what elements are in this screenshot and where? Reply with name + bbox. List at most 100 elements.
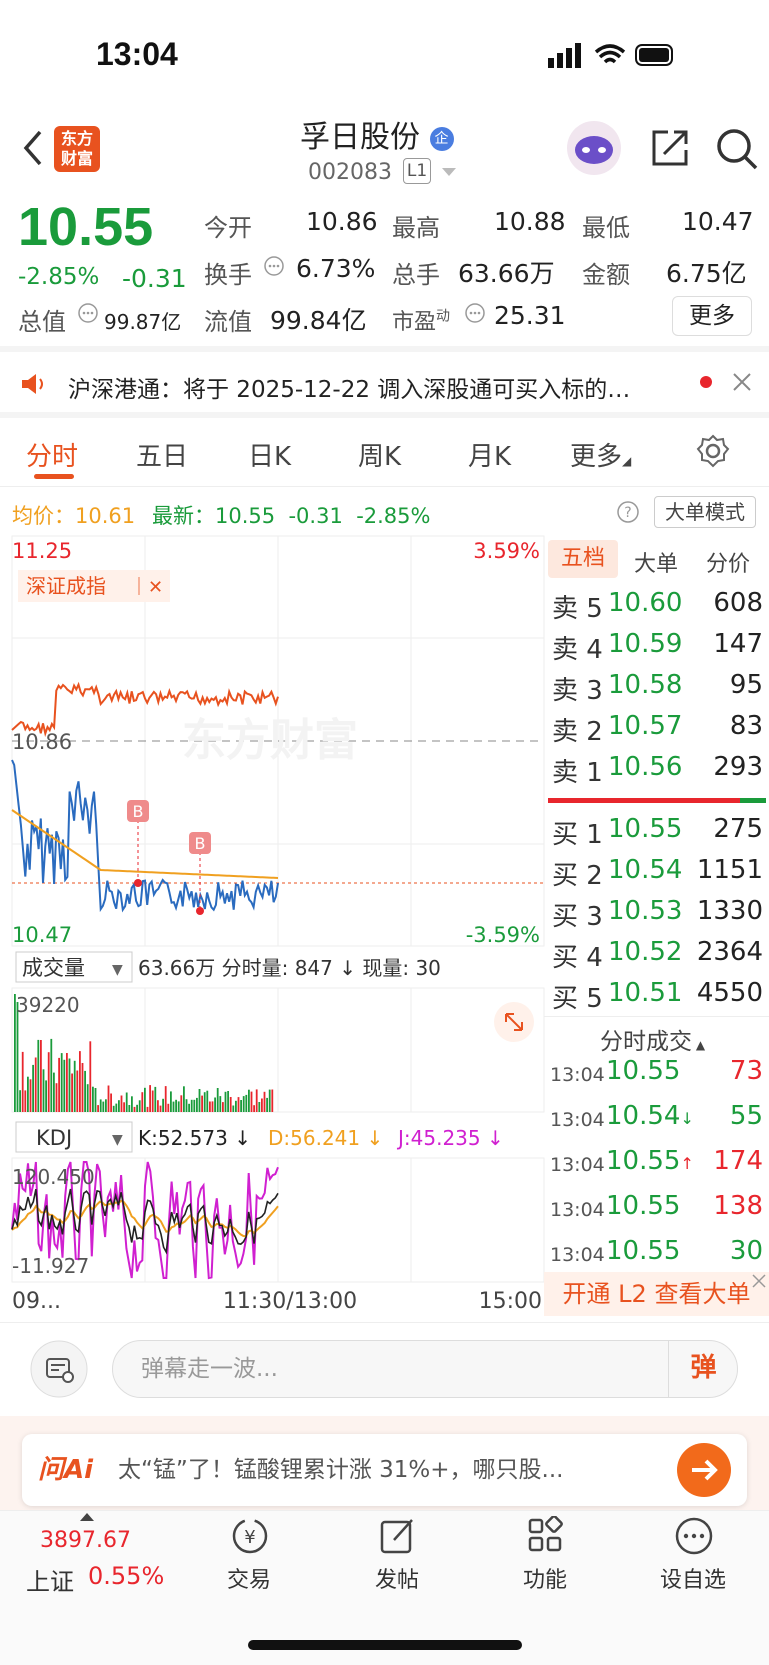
- info-icon[interactable]: [465, 303, 485, 323]
- volume-bar: [190, 1099, 193, 1112]
- kdj-bottom-label: -11.927: [12, 1254, 89, 1278]
- volume-selector-label: 成交量: [22, 956, 85, 980]
- volume-bar: [266, 1097, 268, 1112]
- tab-post[interactable]: 发帖: [342, 1562, 452, 1594]
- high-value: 10.88: [494, 207, 566, 236]
- volume-bar: [206, 1090, 209, 1112]
- stock-name: 孚日股份 企: [300, 112, 470, 156]
- volume-bar: [242, 1096, 245, 1112]
- collapse-icon[interactable]: [80, 1512, 94, 1522]
- mid-price-label: 10.86: [12, 730, 72, 754]
- volume-bar: [118, 1100, 120, 1112]
- back-icon[interactable]: [20, 128, 44, 168]
- volume-bar: [198, 1089, 201, 1112]
- close-icon[interactable]: [732, 372, 752, 392]
- svg-text:KDJ: KDJ: [36, 1126, 72, 1150]
- volume-bar: [79, 1051, 81, 1112]
- trade-row: 13:04 10.55↑ 174: [550, 1146, 763, 1176]
- search-icon[interactable]: [714, 126, 760, 172]
- svg-text:▼: ▼: [112, 962, 123, 978]
- volume-bar: [164, 1086, 167, 1112]
- level-badge[interactable]: L1: [403, 158, 431, 184]
- bottom-pct-label: -3.59%: [466, 923, 540, 947]
- trade-icon[interactable]: ¥: [228, 1516, 272, 1556]
- help-icon[interactable]: ?: [616, 500, 640, 524]
- float-label: 流值: [204, 308, 252, 336]
- volume-bar: [185, 1099, 188, 1112]
- more-button[interactable]: 更多: [672, 296, 752, 336]
- volume-bar: [128, 1105, 131, 1112]
- volume-info: 63.66万 分时量: 847 ↓ 现量: 30: [138, 956, 441, 980]
- tab-five-day[interactable]: 五日: [136, 436, 188, 473]
- status-time: 13:04: [96, 36, 178, 72]
- volume-bar: [188, 1103, 190, 1112]
- volume-bar: [232, 1105, 235, 1112]
- danmu-send-button[interactable]: 弹: [668, 1340, 738, 1398]
- dropdown-icon[interactable]: [442, 168, 456, 178]
- tab-more[interactable]: 更多◢: [570, 436, 631, 473]
- float-value: 99.84亿: [270, 306, 367, 335]
- volume-bar: [250, 1091, 253, 1112]
- index-name[interactable]: 上证: [26, 1562, 74, 1597]
- volume-bar: [141, 1092, 144, 1112]
- volume-bar: [71, 1073, 73, 1112]
- status-icons: [548, 43, 673, 68]
- divider: [0, 412, 769, 418]
- tab-five-levels[interactable]: 五档: [548, 540, 618, 578]
- turnover-value: 6.73%: [296, 254, 376, 283]
- volume-label: 总手: [392, 261, 440, 289]
- settings-icon[interactable]: [696, 434, 730, 468]
- volume-bar: [110, 1093, 112, 1112]
- tab-trade[interactable]: 交易: [194, 1562, 304, 1594]
- tab-add-watchlist[interactable]: 设自选: [638, 1562, 748, 1594]
- sell-row: 卖 1 10.56 293: [552, 752, 763, 788]
- volume-bar: [167, 1103, 170, 1112]
- info-icon[interactable]: [78, 303, 98, 323]
- volume-bar: [151, 1090, 154, 1112]
- pe-label: 市盈动: [392, 308, 451, 335]
- tab-intraday[interactable]: 分时: [26, 436, 78, 473]
- open-value: 10.86: [306, 207, 378, 236]
- tab-weekly-k[interactable]: 周K: [358, 436, 401, 473]
- volume-bar: [149, 1085, 151, 1112]
- assistant-avatar-icon[interactable]: [566, 120, 622, 176]
- danmu-settings-icon[interactable]: [30, 1340, 88, 1398]
- intraday-chart[interactable]: 东方财富 B B 11.25 3.59% 10.86 10.47 -3.59% …: [0, 530, 545, 1320]
- svg-text:B: B: [133, 802, 144, 821]
- big-order-mode-button[interactable]: 大单模式: [654, 496, 756, 528]
- share-icon[interactable]: [648, 126, 692, 170]
- volume-bar: [203, 1092, 206, 1112]
- index-value[interactable]: 3897.67: [40, 1528, 131, 1553]
- arrow-right-icon[interactable]: [676, 1442, 732, 1498]
- trade-row: 13:04 10.55 73: [550, 1056, 763, 1086]
- tab-monthly-k[interactable]: 月K: [468, 436, 511, 473]
- trades-title[interactable]: 分时成交 ▲: [600, 1022, 705, 1056]
- volume-bar: [177, 1101, 180, 1112]
- tab-daily-k[interactable]: 日K: [248, 436, 291, 473]
- volume-bar: [136, 1104, 138, 1112]
- bottom-price-label: 10.47: [12, 923, 72, 947]
- volume-bar: [170, 1091, 172, 1112]
- app-logo: 东方 财富: [54, 126, 100, 172]
- buy-row: 买 5 10.51 4550: [552, 978, 763, 1014]
- tab-big-orders[interactable]: 大单: [634, 546, 678, 578]
- index-pct[interactable]: 0.55%: [88, 1562, 164, 1590]
- open-l2-button[interactable]: 开通 L2 查看大单: [544, 1272, 769, 1316]
- post-icon[interactable]: [376, 1516, 420, 1556]
- volume-bar: [99, 1099, 102, 1112]
- close-icon[interactable]: [752, 1274, 766, 1288]
- stock-code: 002083: [308, 160, 392, 185]
- volume-bar: [60, 1053, 63, 1112]
- notice-text[interactable]: 沪深港通：将于 2025-12-22 调入深股通可买入标的…: [68, 370, 678, 404]
- volume-bar: [224, 1091, 227, 1112]
- add-watchlist-icon[interactable]: [672, 1516, 716, 1556]
- features-icon[interactable]: [524, 1516, 568, 1556]
- tab-price-dist[interactable]: 分价: [706, 546, 750, 578]
- volume-bar: [40, 1040, 42, 1112]
- ai-prompt-bar[interactable]: 问Ai 太“锰”了！锰酸锂累计涨 31%+，哪只股...: [22, 1434, 747, 1506]
- danmu-input[interactable]: 弹幕走一波...: [112, 1340, 738, 1398]
- volume-bar: [84, 1070, 86, 1112]
- volume-bar: [107, 1085, 110, 1112]
- info-icon[interactable]: [264, 256, 284, 276]
- tab-features[interactable]: 功能: [490, 1562, 600, 1594]
